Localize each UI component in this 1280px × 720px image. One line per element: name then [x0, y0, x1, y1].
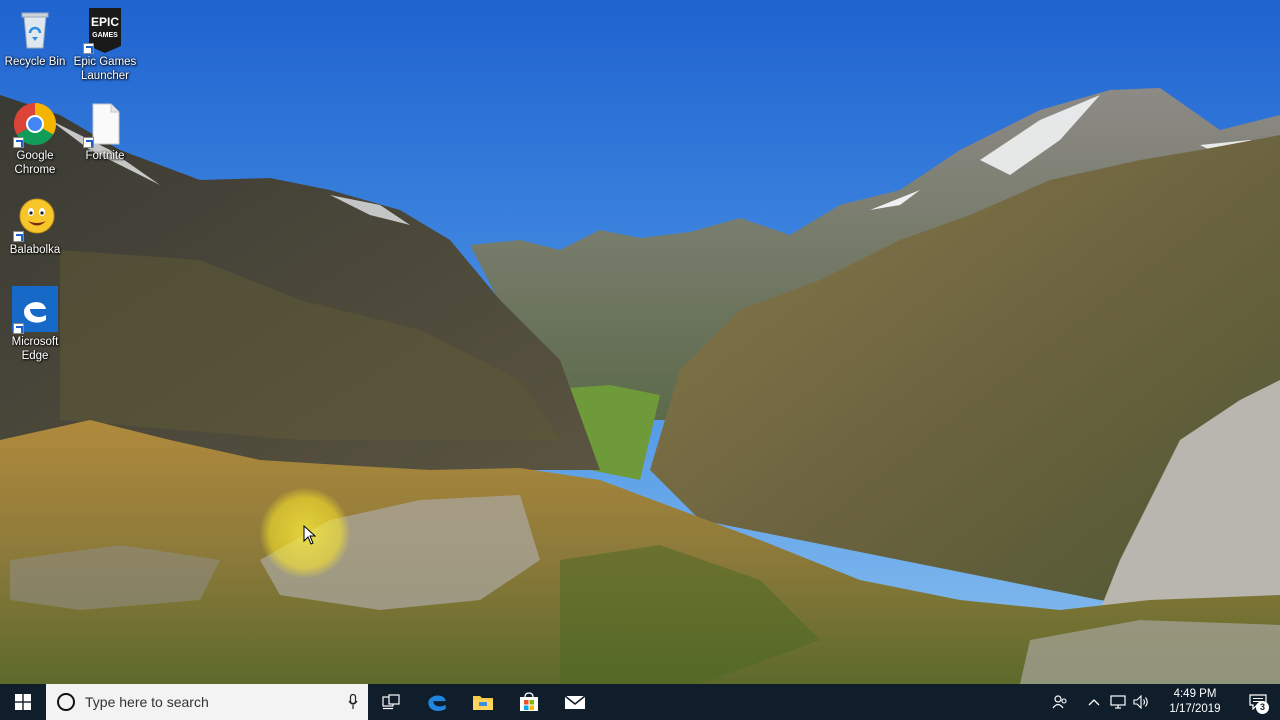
file-icon	[81, 100, 129, 148]
taskbar-store-button[interactable]	[506, 684, 552, 720]
edge-icon	[11, 286, 59, 334]
store-icon	[520, 692, 538, 711]
desktop-icon-google-chrome[interactable]: Google Chrome	[0, 100, 70, 177]
desktop-icon-recycle-bin[interactable]: Recycle Bin	[0, 6, 70, 69]
taskbar-edge-button[interactable]	[414, 684, 460, 720]
epic-logo-text: EPIC	[91, 15, 119, 29]
desktop-icon-label: Balabolka	[9, 244, 61, 256]
search-placeholder: Type here to search	[85, 694, 209, 710]
edge-icon	[428, 695, 446, 712]
task-view-icon	[382, 694, 400, 710]
volume-icon[interactable]	[1130, 684, 1154, 720]
windows-logo-icon	[15, 694, 31, 710]
desktop-icon-fortnite[interactable]: Fortnite	[70, 100, 140, 163]
taskbar-file-explorer-button[interactable]	[460, 684, 506, 720]
shortcut-arrow-icon	[83, 43, 94, 54]
action-center-button[interactable]: 3	[1236, 684, 1280, 720]
shortcut-arrow-icon	[13, 323, 24, 334]
taskbar: Type here to search 4:49 PM 1/17/2019 3	[0, 684, 1280, 720]
network-icon[interactable]	[1106, 684, 1130, 720]
shortcut-arrow-icon	[13, 231, 24, 242]
task-view-button[interactable]	[368, 684, 414, 720]
people-icon[interactable]	[1048, 684, 1072, 720]
desktop-icon-balabolka[interactable]: Balabolka	[0, 194, 70, 257]
taskbar-mail-button[interactable]	[552, 684, 598, 720]
clock-time: 4:49 PM	[1173, 688, 1217, 700]
desktop-icon-label: Epic Games Launcher	[73, 56, 137, 82]
chevron-up-icon[interactable]	[1082, 684, 1106, 720]
shortcut-arrow-icon	[83, 137, 94, 148]
epic-games-icon: EPIC GAMES	[81, 6, 129, 54]
taskbar-clock[interactable]: 4:49 PM 1/17/2019	[1160, 687, 1230, 717]
file-explorer-icon	[473, 696, 493, 710]
cortana-icon	[57, 693, 75, 711]
chrome-icon	[11, 100, 59, 148]
mail-icon	[564, 695, 586, 709]
desktop-icon-label: Recycle Bin	[4, 56, 66, 68]
taskbar-search-box[interactable]: Type here to search	[46, 684, 368, 720]
recycle-bin-icon	[11, 6, 59, 54]
microphone-icon[interactable]	[338, 684, 368, 720]
svg-text:GAMES: GAMES	[92, 32, 118, 39]
mouse-pointer-icon	[303, 525, 317, 545]
notification-count-badge: 3	[1256, 701, 1269, 714]
clock-date: 1/17/2019	[1169, 703, 1221, 715]
system-tray: 4:49 PM 1/17/2019 3	[1048, 684, 1280, 720]
desktop-icon-label: Google Chrome	[14, 150, 56, 176]
desktop-icon-label: Fortnite	[85, 150, 125, 162]
desktop-icon-label: Microsoft Edge	[11, 336, 59, 362]
balabolka-icon	[11, 194, 59, 242]
shortcut-arrow-icon	[13, 137, 24, 148]
start-button[interactable]	[0, 684, 46, 720]
desktop-icon-epic-games-launcher[interactable]: EPIC GAMES Epic Games Launcher	[70, 6, 140, 83]
desktop-wallpaper	[0, 0, 1280, 684]
desktop-icon-microsoft-edge[interactable]: Microsoft Edge	[0, 286, 70, 363]
